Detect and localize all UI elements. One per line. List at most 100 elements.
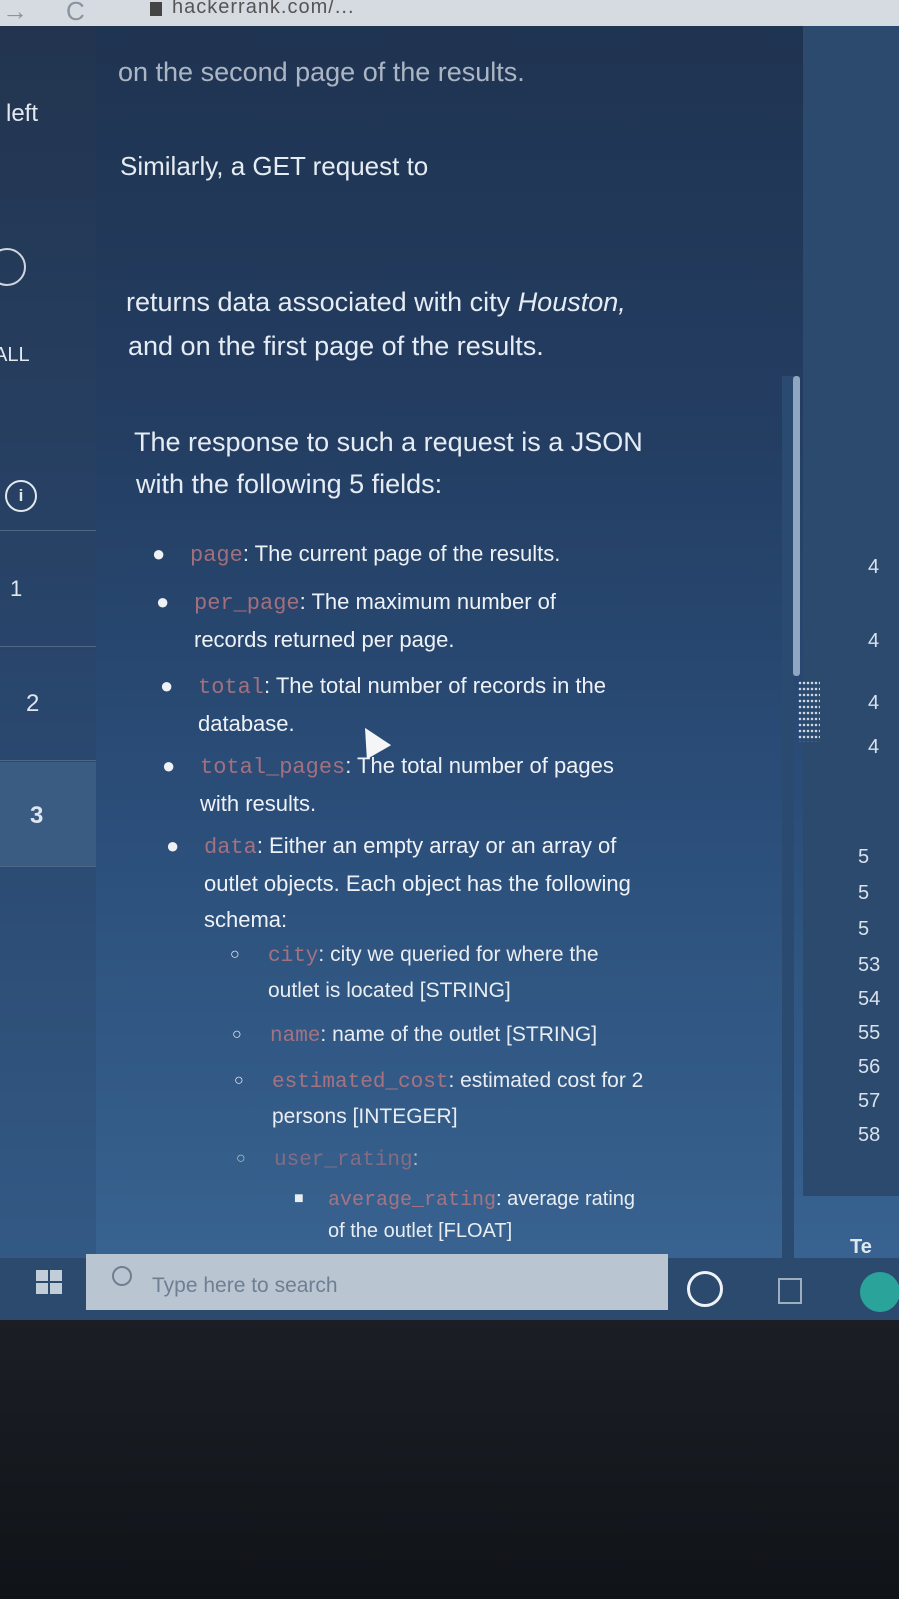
schema-list-item: ○ city: city we queried for where the ou… bbox=[230, 938, 599, 1008]
line-number: 56 bbox=[858, 1056, 881, 1078]
field-desc-cont: database. bbox=[198, 711, 295, 736]
taskbar-search-box[interactable]: Type here to search bbox=[86, 1254, 668, 1310]
line-number: 4 bbox=[868, 630, 880, 652]
field-name: per_page bbox=[194, 591, 300, 616]
question-item-2[interactable]: 2 bbox=[26, 690, 39, 718]
line-number: 53 bbox=[858, 954, 881, 976]
circle-bullet-icon: ○ bbox=[234, 1072, 244, 1089]
field-list-item: ● total_pages: The total number of pages… bbox=[162, 748, 614, 822]
paragraph: and on the first page of the results. bbox=[128, 331, 544, 361]
test-tab-label[interactable]: Te bbox=[850, 1236, 872, 1259]
field-list-item: ● total: The total number of records in … bbox=[160, 668, 607, 742]
circle-bullet-icon: ○ bbox=[236, 1150, 246, 1167]
question-item-3[interactable]: 3 bbox=[30, 802, 43, 830]
field-name: data bbox=[204, 835, 257, 860]
field-desc-cont: schema: bbox=[204, 907, 288, 932]
paragraph-text: returns data associated with city bbox=[126, 287, 518, 317]
avatar-icon[interactable] bbox=[0, 248, 26, 286]
paragraph: with the following 5 fields: bbox=[136, 469, 443, 499]
line-number: 5 bbox=[858, 882, 870, 904]
schema-list-item: ○ name: name of the outlet [STRING] bbox=[232, 1018, 598, 1054]
field-list-item: ● per_page: The maximum number of record… bbox=[156, 584, 556, 658]
field-name: average_rating bbox=[328, 1189, 497, 1212]
filter-all-label[interactable]: ALL bbox=[0, 344, 30, 367]
field-desc: : The total number of pages bbox=[345, 753, 614, 778]
city-name: Houston, bbox=[517, 287, 626, 317]
field-name: total bbox=[198, 675, 265, 700]
bullet-icon: ● bbox=[166, 833, 180, 858]
field-desc: : estimated cost for 2 bbox=[448, 1069, 644, 1092]
field-desc: : bbox=[412, 1147, 419, 1170]
field-name: name bbox=[270, 1025, 321, 1048]
field-desc: : Either an empty array or an array of bbox=[256, 833, 617, 858]
search-icon bbox=[112, 1266, 132, 1286]
field-name: city bbox=[268, 945, 319, 968]
forward-arrow-icon[interactable]: → bbox=[2, 0, 28, 27]
browser-toolbar: → C hackerrank.com/... bbox=[0, 0, 899, 26]
lock-icon bbox=[150, 2, 162, 16]
windows-start-icon[interactable] bbox=[36, 1270, 62, 1294]
drag-handle-icon[interactable] bbox=[798, 680, 820, 742]
active-question-highlight bbox=[0, 762, 96, 866]
line-number: 57 bbox=[858, 1090, 881, 1112]
field-name: user_rating bbox=[274, 1149, 413, 1172]
editor-panel bbox=[803, 26, 899, 1196]
task-view-icon[interactable] bbox=[778, 1278, 802, 1304]
line-number: 58 bbox=[858, 1124, 881, 1146]
line-number: 4 bbox=[868, 556, 880, 578]
field-desc: : name of the outlet [STRING] bbox=[320, 1023, 598, 1046]
field-desc-cont: of the outlet [FLOAT] bbox=[328, 1220, 513, 1242]
field-desc: : The current page of the results. bbox=[242, 541, 561, 566]
left-label: left bbox=[6, 100, 39, 127]
schema-list-item: ○ user_rating: bbox=[236, 1142, 419, 1178]
bullet-icon: ● bbox=[152, 541, 166, 566]
line-number: 55 bbox=[858, 1022, 881, 1044]
search-placeholder: Type here to search bbox=[152, 1274, 338, 1297]
line-number: 4 bbox=[868, 736, 880, 758]
left-panel: left ALL i 1 2 3 bbox=[0, 26, 96, 1276]
field-name: total_pages bbox=[200, 755, 346, 780]
field-list-item: ● page: The current page of the results. bbox=[152, 536, 561, 574]
field-desc: : average rating bbox=[496, 1188, 636, 1210]
field-desc: : city we queried for where the bbox=[318, 943, 599, 966]
field-desc: : The maximum number of bbox=[299, 589, 556, 614]
square-bullet-icon: ■ bbox=[294, 1190, 304, 1207]
circle-bullet-icon: ○ bbox=[232, 1026, 242, 1043]
divider bbox=[0, 530, 96, 531]
divider bbox=[0, 760, 96, 761]
line-number: 54 bbox=[858, 988, 881, 1010]
paragraph: The response to such a request is a JSON bbox=[134, 427, 643, 457]
paragraph: on the second page of the results. bbox=[118, 57, 525, 87]
paragraph: Similarly, a GET request to bbox=[120, 151, 429, 181]
screen: → C hackerrank.com/... left ALL i 1 2 3 … bbox=[0, 0, 899, 1320]
field-desc: : The total number of records in the bbox=[264, 673, 607, 698]
field-desc-cont: outlet is located [STRING] bbox=[268, 979, 511, 1002]
reload-icon[interactable]: C bbox=[66, 0, 85, 27]
line-number: 5 bbox=[858, 918, 870, 940]
nested-list-item: ■ average_rating: average rating of the … bbox=[294, 1184, 636, 1246]
field-desc-cont: records returned per page. bbox=[194, 627, 455, 652]
bullet-icon: ● bbox=[162, 753, 176, 778]
line-number: 4 bbox=[868, 692, 880, 714]
monitor-bezel bbox=[0, 1320, 899, 1599]
cortana-icon[interactable] bbox=[687, 1271, 723, 1307]
field-desc-cont: outlet objects. Each object has the foll… bbox=[204, 871, 631, 896]
bullet-icon: ● bbox=[156, 589, 170, 614]
scrollbar-thumb[interactable] bbox=[793, 376, 800, 676]
divider bbox=[0, 866, 96, 867]
field-list-item: ● data: Either an empty array or an arra… bbox=[166, 828, 631, 938]
circle-bullet-icon: ○ bbox=[230, 946, 240, 963]
address-bar[interactable]: hackerrank.com/... bbox=[172, 0, 355, 19]
paragraph: returns data associated with city Housto… bbox=[126, 280, 626, 324]
schema-list-item: ○ estimated_cost: estimated cost for 2 p… bbox=[234, 1064, 644, 1134]
field-desc-cont: with results. bbox=[200, 791, 317, 816]
question-item-1[interactable]: 1 bbox=[10, 576, 22, 602]
field-name: estimated_cost bbox=[272, 1071, 449, 1094]
bullet-icon: ● bbox=[160, 673, 174, 698]
line-number: 5 bbox=[858, 846, 870, 868]
field-name: page bbox=[190, 543, 243, 568]
field-desc-cont: persons [INTEGER] bbox=[272, 1105, 458, 1128]
divider bbox=[0, 646, 96, 647]
info-icon[interactable]: i bbox=[5, 480, 37, 512]
browser-app-icon[interactable] bbox=[860, 1272, 899, 1312]
